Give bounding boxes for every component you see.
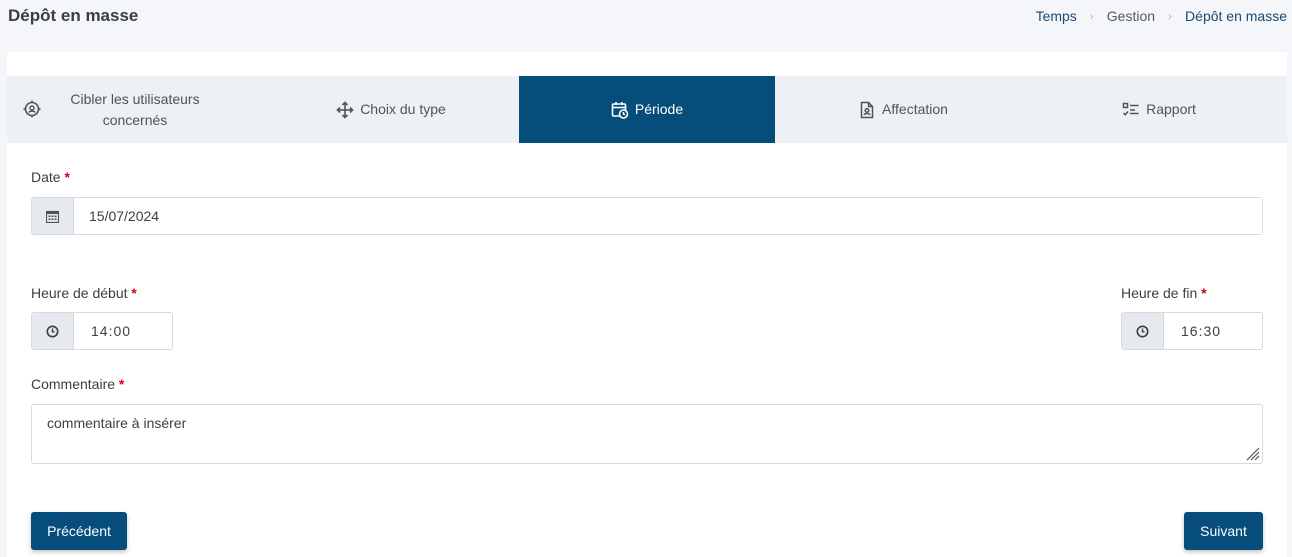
end-hours[interactable]: 16 — [1181, 323, 1199, 339]
calendar-clock-icon — [611, 101, 629, 119]
document-user-icon — [858, 101, 876, 119]
step-choix-type[interactable]: Choix du type — [263, 76, 519, 143]
required-marker: * — [118, 376, 125, 392]
step-affectation[interactable]: Affectation — [775, 76, 1031, 143]
step-label: Période — [634, 101, 684, 117]
start-time-label-text: Heure de début — [31, 285, 128, 301]
start-time-field[interactable]: 14 : 00 — [31, 312, 173, 350]
date-field[interactable]: 15/07/2024 — [31, 197, 1263, 235]
breadcrumb-gestion[interactable]: Gestion — [1107, 8, 1155, 24]
breadcrumb-current: Dépôt en masse — [1185, 8, 1287, 24]
start-time-input[interactable]: 14 : 00 — [74, 313, 172, 349]
page-title: Dépôt en masse — [8, 6, 139, 25]
date-input[interactable]: 15/07/2024 — [74, 198, 1262, 234]
start-time-label: Heure de début * — [31, 285, 137, 301]
step-label: Affectation — [882, 101, 948, 117]
clock-icon[interactable] — [1122, 313, 1164, 349]
comment-label: Commentaire * — [31, 376, 124, 392]
start-hours[interactable]: 14 — [91, 323, 109, 339]
end-time-field[interactable]: 16 : 30 — [1121, 312, 1263, 350]
step-cibler[interactable]: Cibler les utilisateurs concernés — [7, 76, 263, 143]
next-button[interactable]: Suivant — [1184, 512, 1263, 550]
previous-button[interactable]: Précédent — [31, 512, 127, 550]
step-label: Cibler les utilisateurs concernés — [70, 90, 200, 128]
end-time-label-text: Heure de fin — [1121, 285, 1198, 301]
start-minutes[interactable]: 00 — [113, 323, 131, 339]
step-periode[interactable]: Période — [519, 76, 775, 143]
end-time-input[interactable]: 16 : 30 — [1164, 313, 1262, 349]
wizard-card: Cibler les utilisateurs concernés Choix … — [7, 52, 1287, 557]
wizard-steps: Cibler les utilisateurs concernés Choix … — [7, 76, 1287, 143]
date-label: Date * — [31, 169, 70, 185]
breadcrumb: Temps › Gestion › Dépôt en masse — [1036, 8, 1287, 24]
chevron-right-icon: › — [1168, 9, 1173, 23]
step-rapport[interactable]: Rapport — [1031, 76, 1287, 143]
resize-handle-icon[interactable] — [1244, 445, 1260, 461]
crosshair-icon — [23, 100, 41, 118]
step-label: Rapport — [1146, 101, 1196, 117]
comment-textarea[interactable]: commentaire à insérer — [31, 404, 1263, 464]
end-time-label: Heure de fin * — [1121, 285, 1207, 301]
date-label-text: Date — [31, 169, 61, 185]
required-marker: * — [131, 285, 137, 301]
required-marker: * — [64, 169, 70, 185]
end-minutes[interactable]: 30 — [1203, 323, 1221, 339]
comment-label-text: Commentaire — [31, 376, 116, 392]
step-label: Choix du type — [360, 101, 446, 117]
comment-text: commentaire à insérer — [47, 415, 187, 431]
required-marker: * — [1201, 285, 1207, 301]
top-bar: Dépôt en masse Temps › Gestion › Dépôt e… — [0, 0, 1292, 34]
move-arrows-icon — [336, 100, 354, 119]
calendar-icon[interactable] — [32, 198, 74, 234]
breadcrumb-temps[interactable]: Temps — [1036, 8, 1077, 24]
checklist-icon — [1122, 101, 1140, 119]
clock-icon[interactable] — [32, 313, 74, 349]
chevron-right-icon: › — [1089, 9, 1094, 23]
